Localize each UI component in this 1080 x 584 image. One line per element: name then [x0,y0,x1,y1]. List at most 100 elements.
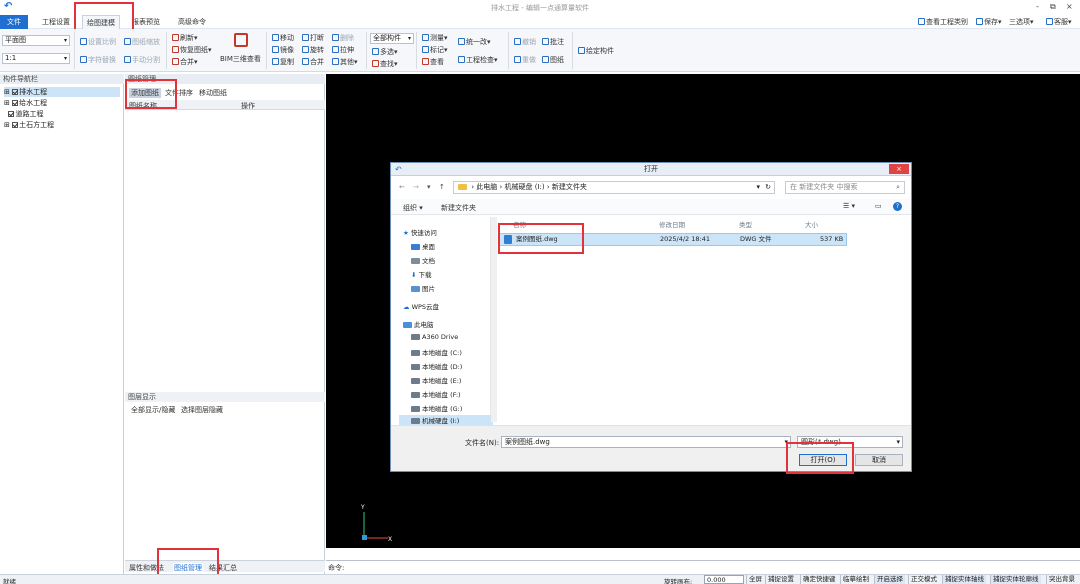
nav-pictures[interactable]: 图片 [411,283,435,293]
cancel-button[interactable]: 取消 [855,454,903,466]
dialog-search-input[interactable]: 在 新建文件夹 中搜索 ⌕ [785,181,905,194]
new-folder-button[interactable]: 新建文件夹 [441,203,476,213]
tree-item-water-supply[interactable]: ⊞ 给水工程 [4,98,47,108]
nav-desktop[interactable]: 桌面 [411,241,435,251]
ortho-mode-toggle[interactable]: 正交模式 [908,575,939,584]
nav-drive-e[interactable]: 本地磁盘 (E:) [411,375,461,385]
drawing-zoom-button[interactable]: 图纸缩放 [124,37,160,47]
nav-downloads[interactable]: ⬇ 下载 [411,269,432,279]
help-icon[interactable]: ? [893,202,902,211]
col-type[interactable]: 类型 [739,219,752,229]
toggle-all-layers-button[interactable]: 全部显示/隐藏 [131,405,175,415]
nav-drive-f[interactable]: 本地磁盘 (F:) [411,389,461,399]
tab-drawing-modeling[interactable]: 绘图建模 [82,15,120,29]
other-button[interactable]: 其他▾ [332,57,358,67]
redo-button[interactable]: 重做 [514,55,536,65]
path-segment[interactable]: 机械硬盘 (I:) [505,183,545,191]
tab-report-preview[interactable]: 报表预览 [128,15,164,29]
support-button[interactable]: 客服▾ [1046,17,1072,27]
nav-wps-cloud[interactable]: ☁ WPS云盘 [403,301,439,311]
find-button[interactable]: 查找▾ [372,59,398,69]
break-button[interactable]: 打断 [302,33,324,43]
scale-select[interactable]: 1:1 ▾ [2,53,70,64]
multi-select-button[interactable]: 多选▾ [372,47,398,57]
tab-file[interactable]: 文件 [0,15,28,29]
file-sort-button[interactable]: 文件排序 [165,88,193,98]
tree-item-drainage[interactable]: ⊞ 排水工程 [4,87,120,97]
col-modified[interactable]: 修改日期 [659,219,685,229]
file-type-select[interactable]: 图形(*.dwg) ▾ [797,436,903,448]
bind-component-button[interactable]: 绘定构件 [578,46,614,56]
rotate-canvas-input[interactable]: 0.000 [704,575,744,584]
tree-item-earthwork[interactable]: ⊞ 土石方工程 [4,120,54,130]
checkbox[interactable] [12,122,19,128]
stretch-button[interactable]: 拉伸 [332,45,354,55]
path-segment[interactable]: 新建文件夹 [552,183,587,191]
save-button[interactable]: 保存▾ [976,17,1002,27]
minimize-button[interactable]: - [1036,2,1039,11]
checkbox[interactable] [8,111,15,117]
options-button[interactable]: 三选项▾ [1009,17,1034,27]
col-size[interactable]: 大小 [805,219,818,229]
char-replace-button[interactable]: 字符替换 [80,55,116,65]
merge-drawing-button[interactable]: 合并▾ [172,57,198,67]
forward-button[interactable]: → [413,183,419,191]
preview-pane-icon[interactable]: ▭ [875,202,882,210]
col-name[interactable]: 名称 [513,219,526,229]
view-project-type-button[interactable]: 查看工程类别 [918,17,968,27]
checkbox[interactable] [12,89,19,95]
tab-advanced-commands[interactable]: 高级命令 [174,15,210,29]
view-button[interactable]: 查看 [422,57,444,67]
command-bar[interactable]: 命令: [326,560,1080,573]
measure-button[interactable]: 测量▾ [422,33,448,43]
delete-button[interactable]: 删除 [332,33,354,43]
copy-button[interactable]: 复制 [272,57,294,67]
nav-drive-d[interactable]: 本地磁盘 (D:) [411,361,462,371]
bim-3d-view-button[interactable]: BIM三维查看 [220,54,261,64]
add-drawing-button[interactable]: 添加图纸 [129,88,161,98]
tree-item-road[interactable]: 道路工程 [4,109,43,119]
file-row[interactable]: 案例图纸.dwg 2025/4/2 18:41 DWG 文件 537 KB [499,233,847,246]
nav-drive-g[interactable]: 本地磁盘 (G:) [411,403,462,413]
fullscreen-toggle[interactable]: 全屏 [746,575,764,584]
nav-drive-c[interactable]: 本地磁盘 (C:) [411,347,462,357]
refresh-button[interactable]: 刷新▾ [172,33,198,43]
snap-settings-toggle[interactable]: 捕捉设置 [765,575,796,584]
annotate-button[interactable]: 批注 [542,37,564,47]
open-button[interactable]: 打开(O) [799,454,847,466]
tab-project-settings[interactable]: 工程设置 [38,15,74,29]
chevron-down-icon[interactable]: ▾ [756,182,760,193]
move-drawing-button[interactable]: 移动图纸 [199,88,227,98]
manual-split-button[interactable]: 手动分割 [124,55,160,65]
highlight-bg-toggle[interactable]: 突出背景 [1046,575,1077,584]
nav-quick-access[interactable]: ★ 快速访问 [403,227,437,237]
path-segment[interactable]: 此电脑 [476,183,497,191]
rotate-button[interactable]: 旋转 [302,45,324,55]
filename-input[interactable]: 案例图纸.dwg ▾ [501,436,791,448]
mark-button[interactable]: 标记▾ [422,45,448,55]
nav-documents[interactable]: 文档 [411,255,435,265]
restore-button[interactable]: ⧉ [1050,2,1056,12]
all-components-select[interactable]: 全部构件 ▾ [370,33,414,44]
confirm-shortcut-toggle[interactable]: 确定快捷键 [800,575,838,584]
mirror-button[interactable]: 镜像 [272,45,294,55]
trace-draw-toggle[interactable]: 临摹绘制 [840,575,871,584]
enable-select-toggle[interactable]: 开启选择 [874,575,905,584]
restore-drawing-button[interactable]: 恢复图纸▾ [172,45,212,55]
unify-change-button[interactable]: 统一改▾ [458,37,491,47]
nav-scrollbar[interactable] [491,217,497,422]
hide-selected-layer-button[interactable]: 选择图层隐藏 [181,405,223,415]
up-button[interactable]: ↑ [439,183,445,191]
snap-outline-toggle[interactable]: 捕捉实体轮廓线 [990,575,1041,584]
view-select[interactable]: 平面图 ▾ [2,35,70,46]
close-button[interactable]: × [1066,2,1073,11]
snap-axis-toggle[interactable]: 捕捉实体轴线 [942,575,986,584]
back-button[interactable]: ← [399,183,405,191]
move-button[interactable]: 移动 [272,33,294,43]
tab-result-summary[interactable]: 结果汇总 [209,563,237,573]
address-bar[interactable]: › 此电脑 › 机械硬盘 (I:) › 新建文件夹 ▾ ↻ [453,181,775,194]
tab-attributes[interactable]: 属性和做法 [129,563,164,573]
undo-button[interactable]: 撤销 [514,37,536,47]
nav-drive-i[interactable]: 机械硬盘 (I:) [399,415,493,425]
combine-button[interactable]: 合并 [302,57,324,67]
